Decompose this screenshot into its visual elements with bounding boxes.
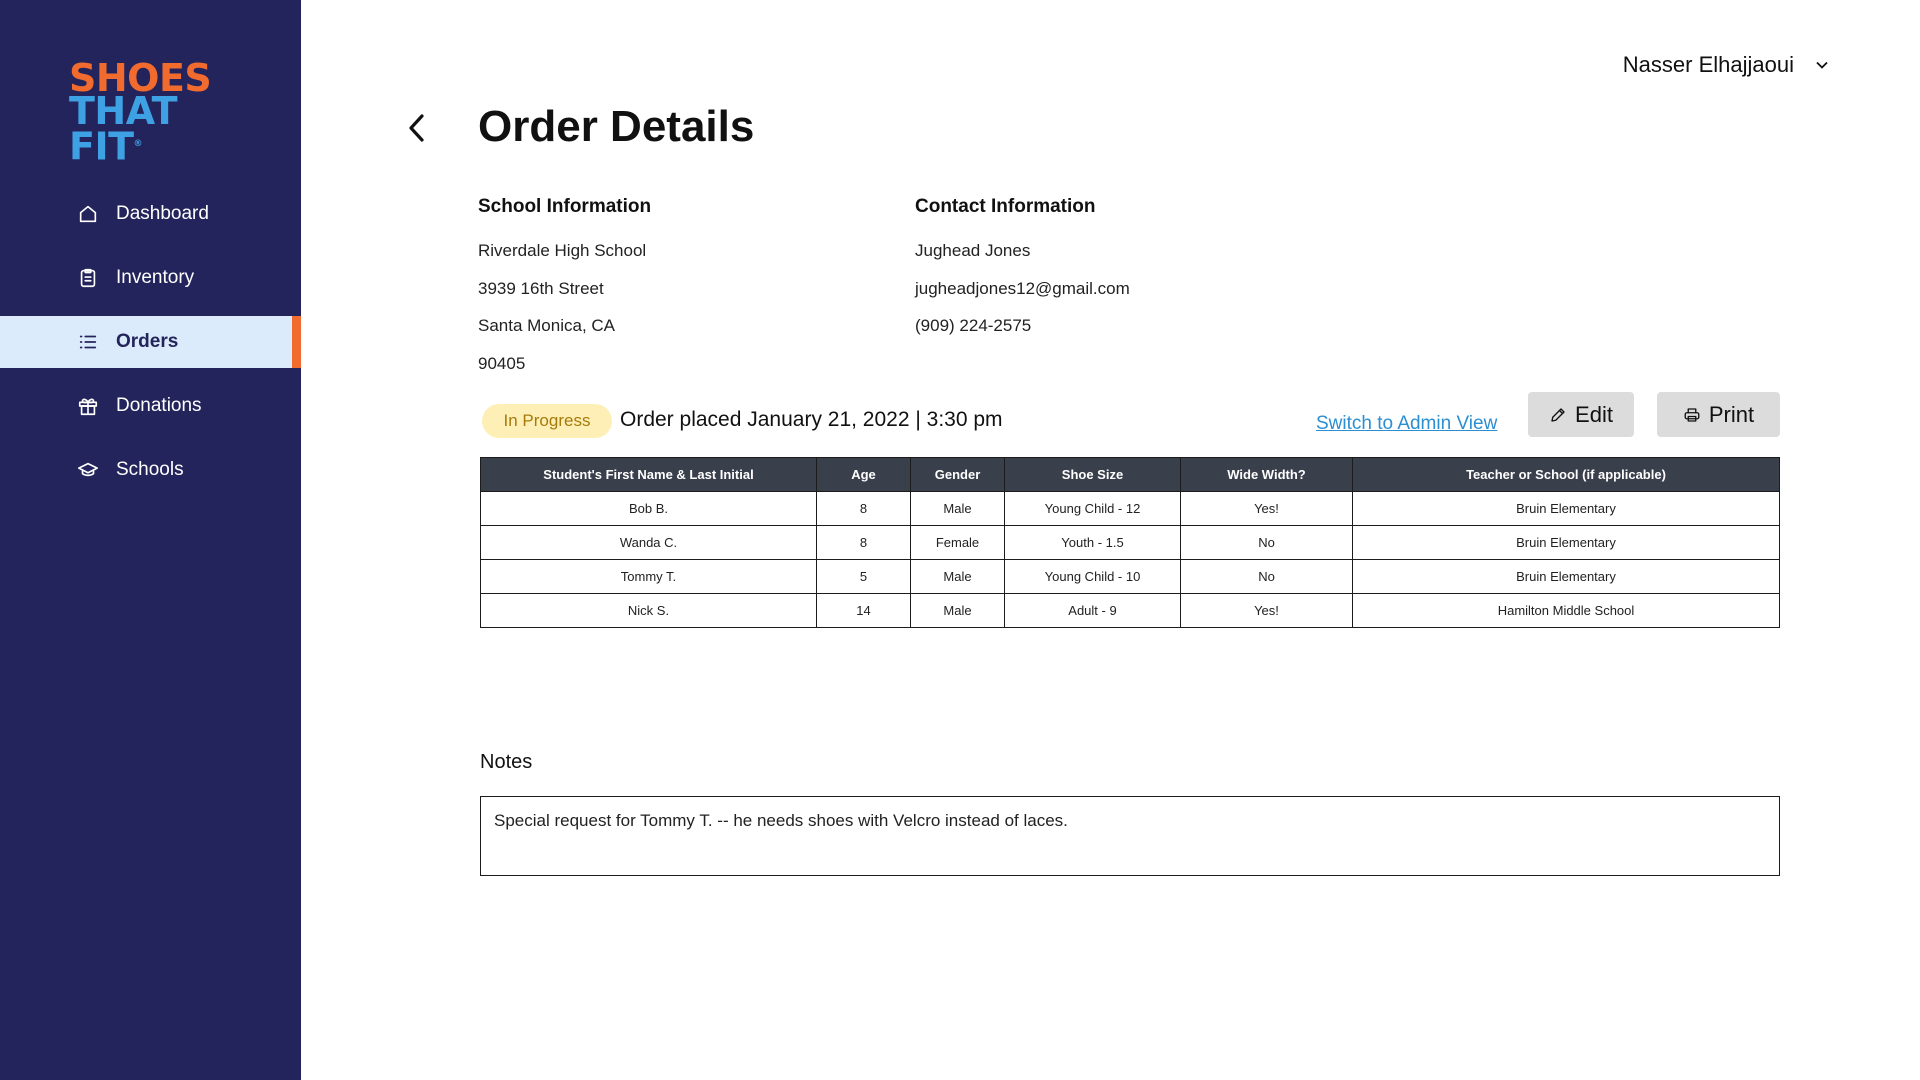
chevron-down-icon	[1816, 61, 1828, 69]
table-cell: Male	[910, 491, 1005, 526]
contact-phone: (909) 224-2575	[915, 316, 1032, 335]
table-row: Bob B. 8 Male Young Child - 12 Yes! Brui…	[480, 491, 1780, 526]
graduation-cap-icon	[76, 458, 100, 482]
table-cell: Bruin Elementary	[1352, 525, 1780, 560]
school-info-heading: School Information	[478, 196, 652, 217]
school-information: School Information Riverdale High School…	[478, 196, 651, 382]
table-cell: 14	[816, 593, 911, 628]
user-name: Nasser Elhajjaoui	[1622, 52, 1794, 77]
table-cell: Female	[910, 525, 1005, 560]
order-table: Student's First Name & Last Initial Age …	[480, 457, 1780, 628]
back-button[interactable]	[402, 110, 432, 146]
sidebar-item-label: Inventory	[116, 267, 195, 288]
contact-information: Contact Information Jughead Jones jughea…	[915, 196, 1130, 345]
table-cell: Nick S.	[480, 593, 817, 628]
table-cell: 8	[816, 491, 911, 526]
school-city: Santa Monica, CA	[478, 316, 616, 335]
sidebar: SHOES THAT FIT® Dashboard Inventory Orde…	[0, 0, 301, 1080]
brand-logo[interactable]: SHOES THAT FIT®	[69, 59, 249, 169]
gift-icon	[76, 394, 100, 418]
clipboard-icon	[76, 266, 100, 290]
table-cell: Yes!	[1180, 593, 1353, 628]
printer-icon	[1684, 407, 1700, 422]
table-cell: Yes!	[1180, 491, 1353, 526]
sidebar-item-dashboard[interactable]: Dashboard	[0, 188, 301, 240]
school-zip: 90405	[478, 353, 526, 373]
column-header: Gender	[910, 457, 1005, 492]
pencil-icon	[1551, 407, 1565, 422]
table-cell: Bruin Elementary	[1352, 491, 1780, 526]
sidebar-item-schools[interactable]: Schools	[0, 444, 301, 496]
table-cell: Hamilton Middle School	[1352, 593, 1780, 628]
table-cell: No	[1180, 525, 1353, 560]
table-row: Nick S. 14 Male Adult - 9 Yes! Hamilton …	[480, 593, 1780, 628]
sidebar-item-orders[interactable]: Orders	[0, 316, 301, 368]
table-cell: Male	[910, 593, 1005, 628]
table-cell: No	[1180, 559, 1353, 594]
list-icon	[76, 330, 100, 354]
column-header: Age	[816, 457, 911, 492]
table-cell: Bob B.	[480, 491, 817, 526]
sidebar-item-label: Schools	[116, 459, 184, 480]
table-cell: Bruin Elementary	[1352, 559, 1780, 594]
print-button-label: Print	[1708, 401, 1755, 427]
user-menu[interactable]: Nasser Elhajjaoui	[1623, 52, 1832, 78]
home-icon	[76, 202, 100, 226]
contact-info-heading: Contact Information	[915, 196, 1096, 217]
contact-name: Jughead Jones	[915, 241, 1031, 260]
table-cell: Adult - 9	[1004, 593, 1181, 628]
sidebar-item-label: Donations	[116, 395, 202, 416]
table-cell: Tommy T.	[480, 559, 817, 594]
sidebar-item-label: Dashboard	[116, 203, 209, 224]
sidebar-item-inventory[interactable]: Inventory	[0, 252, 301, 304]
school-name: Riverdale High School	[478, 241, 647, 260]
chevron-left-icon	[409, 114, 424, 142]
page-title: Order Details	[478, 102, 755, 151]
table-cell: Wanda C.	[480, 525, 817, 560]
table-row: Tommy T. 5 Male Young Child - 10 No Brui…	[480, 559, 1780, 594]
column-header: Wide Width?	[1180, 457, 1353, 492]
table-cell: Youth - 1.5	[1004, 525, 1181, 560]
order-placed-text: Order placed January 21, 2022 | 3:30 pm	[620, 408, 1003, 431]
column-header: Student's First Name & Last Initial	[480, 457, 817, 492]
table-row: Wanda C. 8 Female Youth - 1.5 No Bruin E…	[480, 525, 1780, 560]
status-badge: In Progress	[482, 404, 612, 438]
contact-email: jugheadjones12@gmail.com	[915, 278, 1130, 298]
edit-button-label: Edit	[1575, 401, 1613, 427]
sidebar-nav: Dashboard Inventory Orders Donations Sch…	[0, 188, 301, 508]
table-cell: Young Child - 12	[1004, 491, 1181, 526]
table-header-row: Student's First Name & Last Initial Age …	[480, 457, 1780, 492]
notes-label: Notes	[480, 751, 533, 773]
brand-line-2: THAT FIT®	[69, 89, 178, 169]
table-cell: Young Child - 10	[1004, 559, 1181, 594]
school-street: 3939 16th Street	[478, 278, 604, 298]
print-button[interactable]: Print	[1657, 392, 1780, 437]
table-cell: 8	[816, 525, 911, 560]
edit-button[interactable]: Edit	[1528, 392, 1634, 437]
column-header: Shoe Size	[1004, 457, 1181, 492]
sidebar-item-label: Orders	[116, 331, 179, 352]
table-cell: Male	[910, 559, 1005, 594]
column-header: Teacher or School (if applicable)	[1352, 457, 1780, 492]
table-cell: 5	[816, 559, 911, 594]
switch-to-admin-view-link[interactable]: Switch to Admin View	[1316, 413, 1497, 435]
sidebar-item-donations[interactable]: Donations	[0, 380, 301, 432]
notes-textarea[interactable]: Special request for Tommy T. -- he needs…	[480, 796, 1780, 876]
